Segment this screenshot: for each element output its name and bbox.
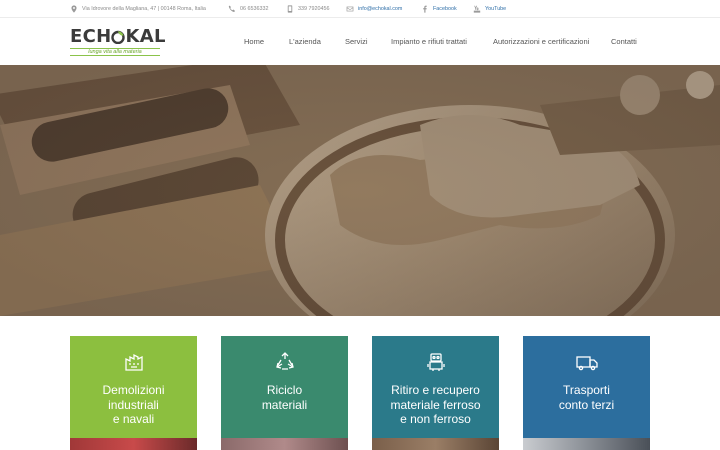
email-link[interactable]: info@echokal.com — [358, 6, 402, 12]
card-photo — [221, 438, 348, 450]
site-header: ECH KAL lunga vita alla materia Home L'a… — [0, 18, 720, 65]
card-title: Demolizioni industriali e navali — [102, 383, 165, 426]
service-cards: Demolizioni industriali e navali Riciclo… — [0, 336, 720, 450]
facebook-link[interactable]: Facebook — [433, 6, 457, 12]
logo-word-right: KAL — [125, 26, 166, 47]
nav-servizi[interactable]: Servizi — [345, 37, 368, 46]
factory-icon — [124, 353, 143, 371]
card-title: Trasporti conto terzi — [558, 383, 615, 412]
mobile-phone-icon — [287, 5, 293, 13]
card-ritiro[interactable]: Ritiro e recupero materiale ferroso e no… — [372, 336, 499, 450]
card-trasporti[interactable]: Trasporti conto terzi — [523, 336, 650, 450]
logo-tagline: lunga vita alla materia — [70, 48, 160, 56]
nav-home[interactable]: Home — [244, 37, 264, 46]
robot-icon — [426, 353, 445, 371]
nav-impianto[interactable]: Impianto e rifiuti trattati — [391, 37, 467, 46]
card-header: Demolizioni industriali e navali — [70, 336, 197, 438]
card-header: Ritiro e recupero materiale ferroso e no… — [372, 336, 499, 438]
phone-item[interactable]: 06 6536332 — [228, 0, 268, 18]
top-info-bar: Via Idrovore della Magliana, 47 | 00148 … — [0, 0, 720, 18]
email-item[interactable]: info@echokal.com — [346, 0, 402, 18]
card-header: Riciclo materiali — [221, 336, 348, 438]
map-pin-icon — [71, 5, 77, 13]
hero-image — [0, 65, 720, 316]
phone-icon — [228, 5, 235, 13]
logo[interactable]: ECH KAL lunga vita alla materia — [70, 26, 165, 58]
phone-number[interactable]: 06 6536332 — [240, 6, 268, 12]
card-photo — [70, 438, 197, 450]
youtube-item[interactable]: YouTube — [473, 0, 506, 18]
card-header: Trasporti conto terzi — [523, 336, 650, 438]
mobile-number[interactable]: 339 7920456 — [298, 6, 329, 12]
truck-icon — [575, 356, 598, 371]
address-text: Via Idrovore della Magliana, 47 | 00148 … — [82, 6, 206, 12]
card-photo — [372, 438, 499, 450]
card-title: Ritiro e recupero materiale ferroso e no… — [390, 383, 481, 426]
card-demolizioni[interactable]: Demolizioni industriali e navali — [70, 336, 197, 450]
facebook-item[interactable]: Facebook — [421, 0, 457, 18]
youtube-link[interactable]: YouTube — [485, 6, 506, 12]
nav-contatti[interactable]: Contatti — [611, 37, 637, 46]
facebook-icon — [423, 5, 427, 13]
logo-word-left: ECH — [70, 26, 112, 47]
logo-wordmark: ECH KAL — [70, 26, 166, 48]
nav-autorizzazioni[interactable]: Autorizzazioni e certificazioni — [493, 37, 589, 46]
nav-azienda[interactable]: L'azienda — [289, 37, 321, 46]
recycle-icon — [275, 352, 294, 370]
card-title: Riciclo materiali — [261, 383, 308, 412]
mobile-item[interactable]: 339 7920456 — [286, 0, 329, 18]
youtube-icon — [473, 5, 481, 13]
address-item: Via Idrovore della Magliana, 47 | 00148 … — [70, 0, 206, 18]
leaf-o-icon — [111, 30, 126, 44]
rusty-steel-plates-image — [0, 65, 720, 316]
mail-icon — [346, 6, 354, 12]
card-riciclo[interactable]: Riciclo materiali — [221, 336, 348, 450]
card-photo — [523, 438, 650, 450]
